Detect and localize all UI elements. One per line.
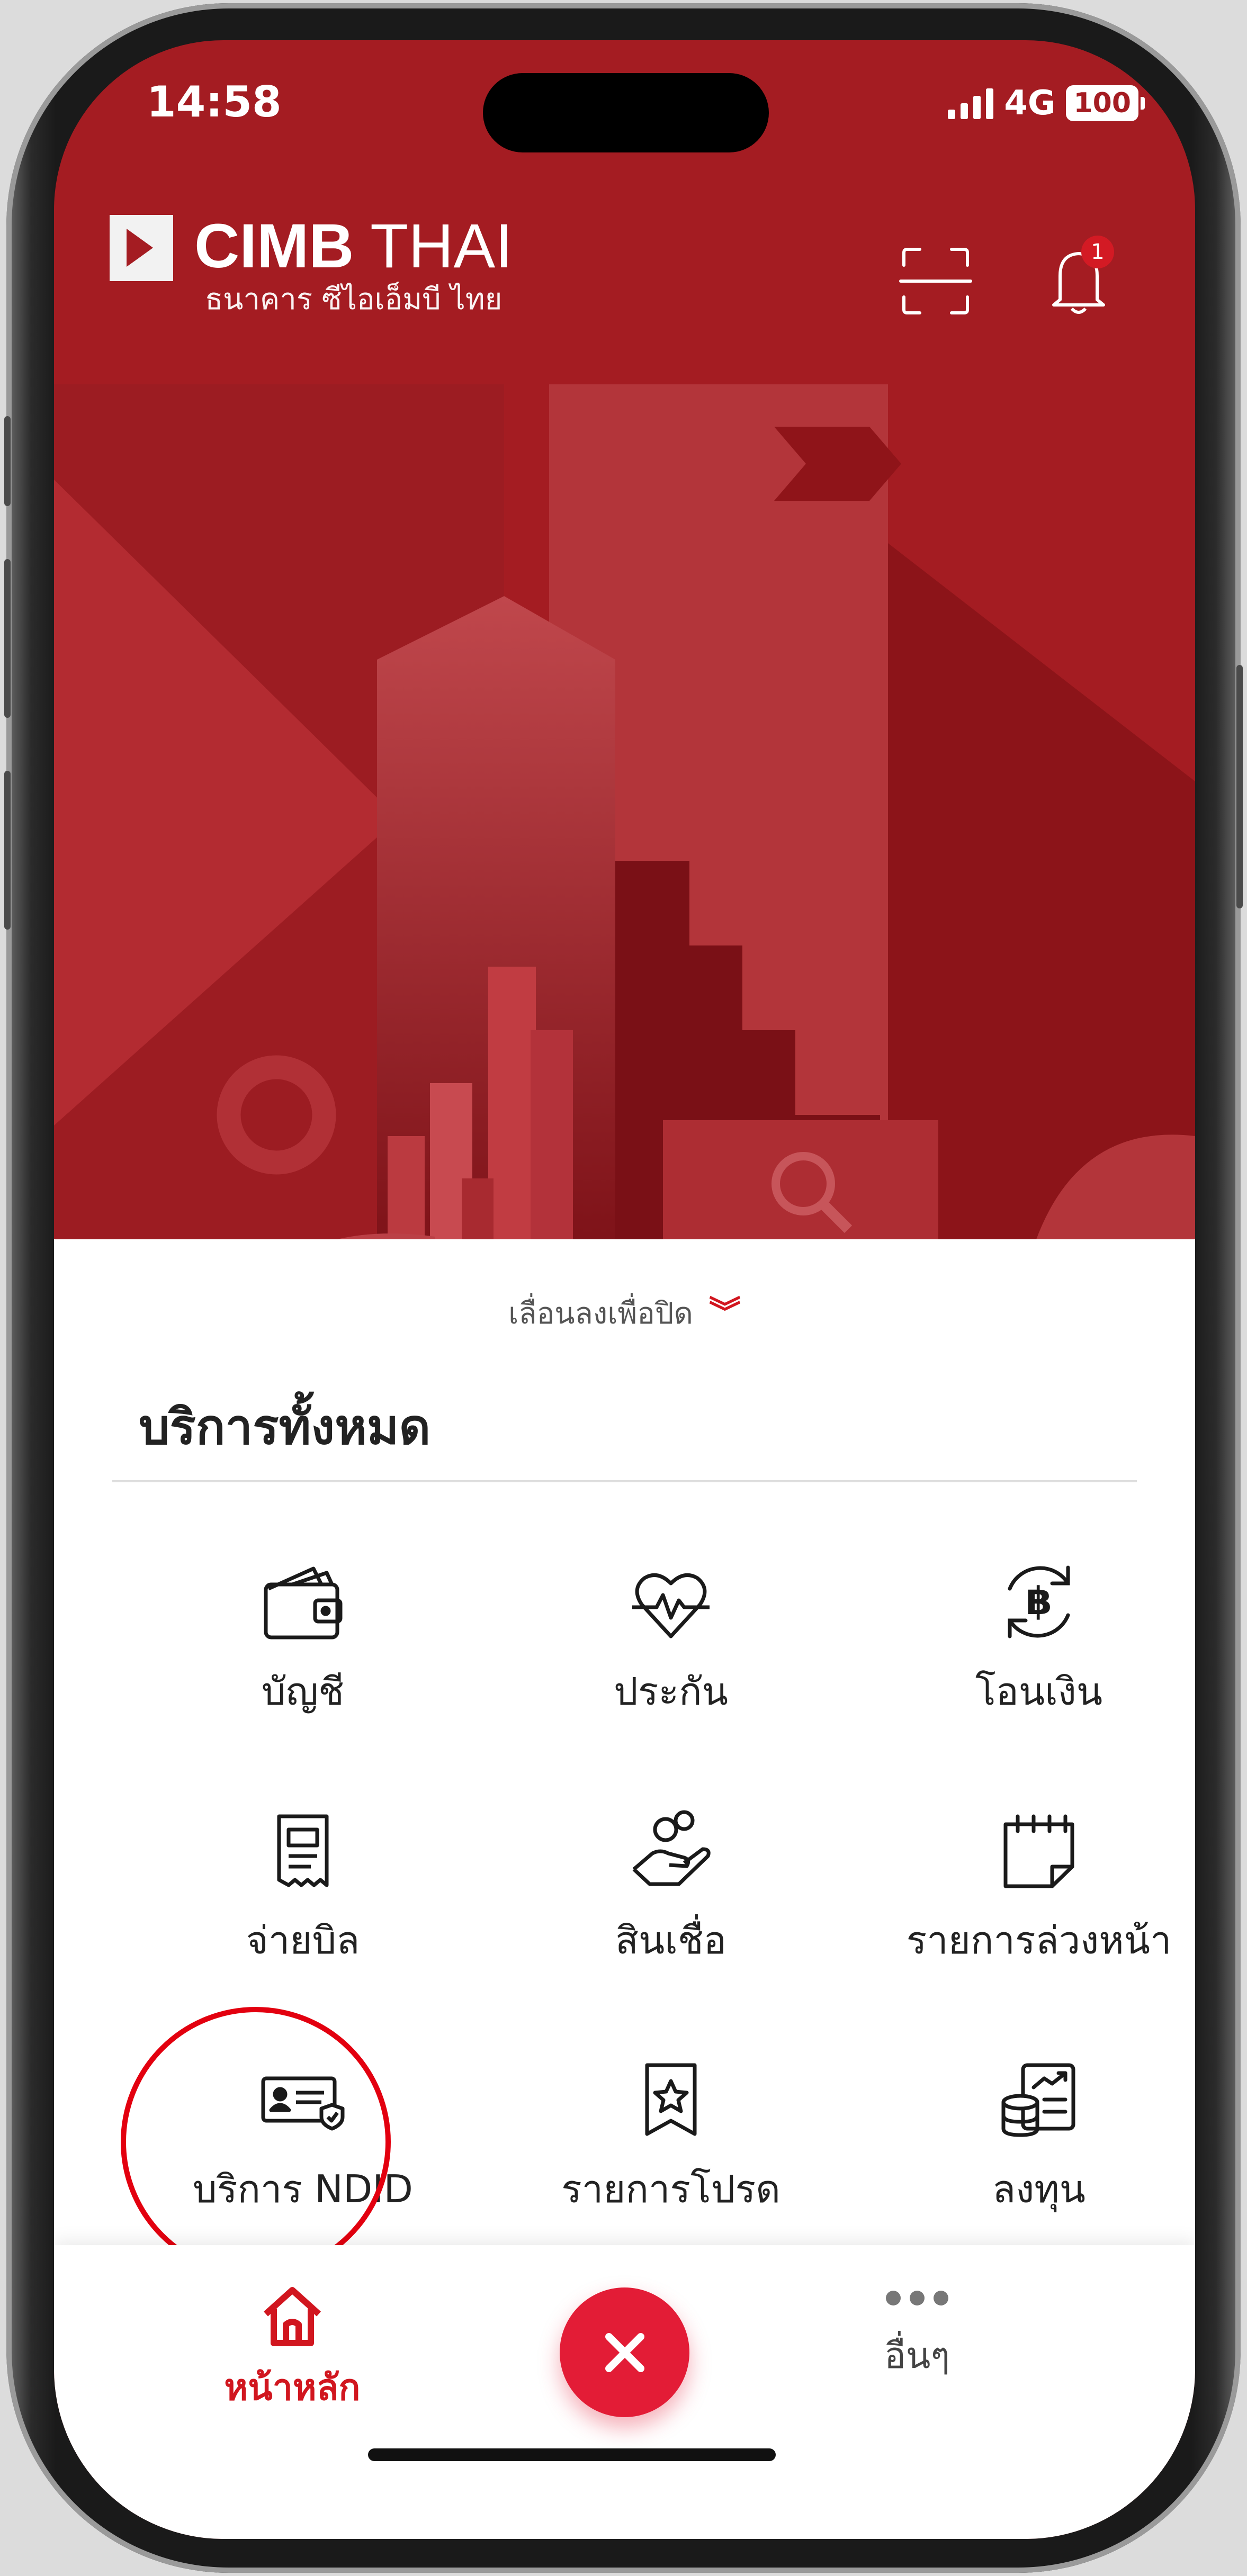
phone-frame: 14:58 4G 100 CIMB THAI ธนาคาร ซีไอเอ็มบี… bbox=[4, 3, 1243, 2573]
service-label: ประกัน bbox=[614, 1669, 728, 1714]
home-icon bbox=[263, 2287, 321, 2346]
notification-badge: 1 bbox=[1081, 236, 1114, 268]
favorite-bookmark-icon bbox=[645, 2063, 697, 2136]
service-label: จ่ายบิล bbox=[246, 1918, 360, 1962]
service-pay-bill[interactable]: จ่ายบิล bbox=[118, 1800, 488, 1970]
side-button bbox=[4, 559, 11, 718]
battery-icon: 100 bbox=[1066, 85, 1145, 121]
heart-shield-icon bbox=[632, 1573, 710, 1638]
cimb-logo: CIMB THAI ธนาคาร ซีไอเอ็มบี ไทย bbox=[110, 215, 513, 314]
service-loan[interactable]: สินเชื่อ bbox=[486, 1800, 856, 1970]
service-label: สินเชื่อ bbox=[615, 1918, 726, 1962]
bottom-navigation: หน้าหลัก อื่นๆ bbox=[54, 2245, 1195, 2539]
side-button bbox=[4, 771, 11, 930]
service-invest[interactable]: ลงทุน bbox=[854, 2049, 1195, 2219]
baht-transfer-icon: ฿ bbox=[1008, 1565, 1070, 1638]
bill-icon bbox=[277, 1814, 329, 1887]
service-label: ลงทุน bbox=[992, 2167, 1085, 2211]
qr-scan-icon[interactable] bbox=[899, 244, 973, 318]
logo-brand-light: THAI bbox=[370, 211, 513, 281]
double-chevron-down-icon: ︾ bbox=[708, 1294, 741, 1331]
signal-icon bbox=[948, 87, 994, 119]
service-label: โอนเงิน bbox=[975, 1669, 1103, 1714]
close-icon bbox=[605, 2332, 644, 2372]
status-time: 14:58 bbox=[147, 77, 282, 127]
app-screen: 14:58 4G 100 CIMB THAI ธนาคาร ซีไอเอ็มบี… bbox=[54, 40, 1195, 2539]
notification-bell-icon[interactable]: 1 bbox=[1044, 236, 1114, 318]
service-account[interactable]: บัญชี bbox=[118, 1552, 488, 1722]
swipe-down-hint[interactable]: เลื่อนลงเพื่อปิด ︾ bbox=[54, 1287, 1195, 1337]
service-favorites[interactable]: รายการโปรด bbox=[486, 2049, 856, 2219]
service-scheduled[interactable]: รายการล่วงหน้า bbox=[854, 1800, 1195, 1970]
nav-home[interactable]: หน้าหลัก bbox=[213, 2282, 372, 2416]
network-type: 4G bbox=[1004, 84, 1056, 123]
swipe-down-label: เลื่อนลงเพื่อปิด bbox=[508, 1296, 693, 1331]
service-insurance[interactable]: ประกัน bbox=[486, 1552, 856, 1722]
wallet-icon bbox=[264, 1566, 343, 1640]
logo-brand-bold: CIMB bbox=[194, 211, 354, 281]
sheet-title: บริการทั้งหมด bbox=[139, 1399, 431, 1455]
status-indicators: 4G 100 bbox=[948, 84, 1145, 123]
services-sheet: เลื่อนลงเพื่อปิด ︾ บริการทั้งหมด บัญชี ปร… bbox=[54, 1239, 1195, 2277]
calendar-icon bbox=[1003, 1814, 1074, 1888]
svg-text:฿: ฿ bbox=[1026, 1579, 1052, 1623]
service-transfer[interactable]: ฿ โอนเงิน bbox=[854, 1552, 1195, 1722]
hand-coins-icon bbox=[632, 1810, 711, 1886]
more-dots-icon bbox=[886, 2291, 948, 2305]
close-menu-button[interactable] bbox=[560, 2287, 689, 2417]
nav-more[interactable]: อื่นๆ bbox=[838, 2287, 997, 2384]
divider bbox=[112, 1480, 1137, 1482]
service-label: บัญชี bbox=[262, 1669, 344, 1714]
service-label: รายการโปรด bbox=[561, 2167, 781, 2211]
side-button bbox=[1236, 665, 1243, 908]
side-button bbox=[4, 416, 11, 506]
cimb-logo-mark-icon bbox=[110, 215, 173, 281]
battery-level: 100 bbox=[1066, 85, 1138, 121]
dynamic-island bbox=[483, 73, 769, 152]
ndid-highlight-circle bbox=[121, 2007, 391, 2277]
investment-icon bbox=[1001, 2063, 1075, 2137]
hero-banner-illustration bbox=[54, 384, 1195, 1284]
home-indicator[interactable] bbox=[368, 2448, 776, 2461]
service-label: รายการล่วงหน้า bbox=[906, 1918, 1172, 1962]
nav-home-label: หน้าหลัก bbox=[224, 2367, 361, 2409]
logo-subtitle: ธนาคาร ซีไอเอ็มบี ไทย bbox=[205, 282, 503, 317]
nav-more-label: อื่นๆ bbox=[884, 2335, 950, 2377]
